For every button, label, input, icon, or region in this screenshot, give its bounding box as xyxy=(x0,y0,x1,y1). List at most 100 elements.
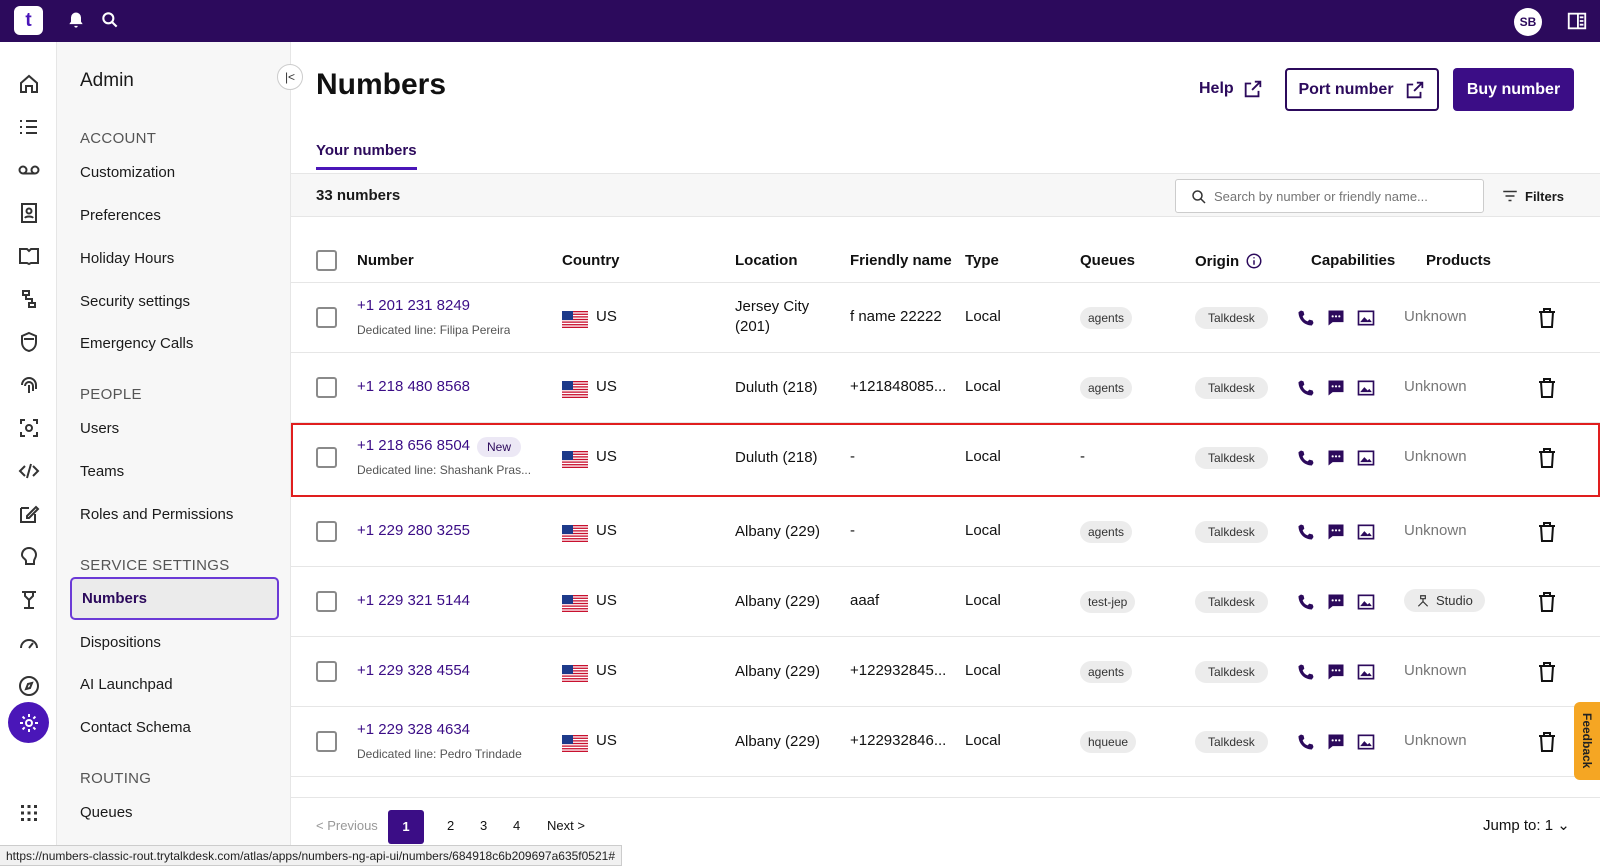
nav-item-ai-launchpad[interactable]: AI Launchpad xyxy=(80,676,173,693)
phone-number-link[interactable]: +1 229 328 4634 xyxy=(357,721,470,738)
row-checkbox[interactable] xyxy=(316,661,337,682)
header-country[interactable]: Country xyxy=(562,252,620,269)
jump-to[interactable]: Jump to: 1 ⌄ xyxy=(1483,816,1570,834)
edit-icon[interactable] xyxy=(15,500,42,527)
nav-item-security-settings[interactable]: Security settings xyxy=(80,293,190,310)
nav-item-users[interactable]: Users xyxy=(80,420,119,437)
previous-button[interactable]: < Previous xyxy=(316,818,378,833)
page-2-button[interactable]: 2 xyxy=(447,818,454,833)
search-input[interactable] xyxy=(1214,186,1476,206)
routing-icon[interactable] xyxy=(15,586,42,613)
search-box[interactable] xyxy=(1175,179,1484,213)
trash-icon[interactable] xyxy=(1537,377,1557,399)
phone-number-link[interactable]: +1 229 321 5144 xyxy=(357,592,470,609)
phone-number-link[interactable]: +1 218 480 8568 xyxy=(357,378,470,395)
trash-icon[interactable] xyxy=(1537,307,1557,329)
compass-icon[interactable] xyxy=(15,672,42,699)
trash-icon[interactable] xyxy=(1537,521,1557,543)
contacts-icon[interactable] xyxy=(15,199,42,226)
table-row[interactable]: +1 229 321 5144 US Albany (229) aaaf Local te… xyxy=(291,567,1600,637)
nav-item-dispositions[interactable]: Dispositions xyxy=(80,634,161,651)
phone-number-link[interactable]: +1 229 280 3255 xyxy=(357,522,470,539)
row-checkbox[interactable] xyxy=(316,447,337,468)
next-button[interactable]: Next > xyxy=(547,818,585,833)
apps-grid-icon[interactable] xyxy=(15,799,42,826)
table-row[interactable]: +1 218 656 8504 Dedicated line: Shashank … xyxy=(291,423,1600,497)
country-cell: US xyxy=(596,662,617,679)
type-cell: Local xyxy=(965,662,1001,679)
nav-item-customization[interactable]: Customization xyxy=(80,164,175,181)
talkdesk-logo[interactable]: t xyxy=(14,6,43,35)
page-3-button[interactable]: 3 xyxy=(480,818,487,833)
gauge-icon[interactable] xyxy=(15,629,42,656)
header-number[interactable]: Number xyxy=(357,252,414,269)
phone-number-link[interactable]: +1 201 231 8249 xyxy=(357,297,470,314)
table-row[interactable]: +1 229 328 4634 Dedicated line: Pedro Tri… xyxy=(291,707,1600,777)
studio-icon xyxy=(1417,594,1429,607)
country-cell: US xyxy=(596,732,617,749)
list-icon[interactable] xyxy=(15,113,42,140)
page-4-button[interactable]: 4 xyxy=(513,818,520,833)
nav-item-queues[interactable]: Queues xyxy=(80,804,133,821)
row-checkbox[interactable] xyxy=(316,591,337,612)
feedback-tab[interactable]: Feedback xyxy=(1574,702,1600,780)
header-queues[interactable]: Queues xyxy=(1080,252,1135,269)
phone-number-link[interactable]: +1 218 656 8504 xyxy=(357,437,470,454)
shield-icon[interactable] xyxy=(15,328,42,355)
trash-icon[interactable] xyxy=(1537,661,1557,683)
header-friendly-name[interactable]: Friendly name xyxy=(850,252,952,269)
trash-icon[interactable] xyxy=(1537,447,1557,469)
knowledge-icon[interactable] xyxy=(15,242,42,269)
table-row[interactable]: +1 218 480 8568 US Duluth (218) +121848085.… xyxy=(291,353,1600,423)
row-checkbox[interactable] xyxy=(316,521,337,542)
trash-icon[interactable] xyxy=(1537,731,1557,753)
nav-item-contact-schema[interactable]: Contact Schema xyxy=(80,719,191,736)
origin-pill: Talkdesk xyxy=(1195,521,1268,543)
nav-item-preferences[interactable]: Preferences xyxy=(80,207,161,224)
phone-number-link[interactable]: +1 229 328 4554 xyxy=(357,662,470,679)
panel-toggle-icon[interactable] xyxy=(1566,10,1588,32)
nav-item-emergency-calls[interactable]: Emergency Calls xyxy=(80,335,193,352)
trash-icon[interactable] xyxy=(1537,591,1557,613)
country-cell: US xyxy=(596,522,617,539)
nav-item-roles-permissions[interactable]: Roles and Permissions xyxy=(80,506,233,523)
table-row[interactable]: +1 229 280 3255 US Albany (229) - Local agent… xyxy=(291,497,1600,567)
external-link-icon xyxy=(1406,81,1423,98)
nav-item-holiday-hours[interactable]: Holiday Hours xyxy=(80,250,174,267)
nav-item-numbers[interactable]: Numbers xyxy=(70,577,279,620)
gear-icon[interactable] xyxy=(8,702,49,743)
voicemail-icon[interactable] xyxy=(15,156,42,183)
page-1-button[interactable]: 1 xyxy=(388,810,424,844)
table-row[interactable]: +1 229 328 4554 US Albany (229) +122932845.… xyxy=(291,637,1600,707)
ai-icon[interactable] xyxy=(15,543,42,570)
code-icon[interactable] xyxy=(15,457,42,484)
us-flag-icon xyxy=(562,665,588,682)
select-all-checkbox[interactable] xyxy=(316,250,337,271)
row-checkbox[interactable] xyxy=(316,307,337,328)
row-checkbox[interactable] xyxy=(316,731,337,752)
bell-icon[interactable] xyxy=(66,10,88,32)
home-icon[interactable] xyxy=(15,70,42,97)
row-checkbox[interactable] xyxy=(316,377,337,398)
flow-icon[interactable] xyxy=(15,285,42,312)
filters-button[interactable]: Filters xyxy=(1501,187,1564,205)
header-location[interactable]: Location xyxy=(735,252,798,269)
header-origin[interactable]: Origin xyxy=(1195,252,1263,270)
fingerprint-icon[interactable] xyxy=(15,371,42,398)
search-icon[interactable] xyxy=(100,10,122,32)
tab-your-numbers[interactable]: Your numbers xyxy=(316,142,417,170)
friendly-name-cell: +121848085... xyxy=(850,378,947,395)
port-number-button[interactable]: Port number xyxy=(1285,68,1439,111)
info-icon[interactable] xyxy=(1245,252,1263,270)
scan-icon[interactable] xyxy=(15,414,42,441)
nav-item-teams[interactable]: Teams xyxy=(80,463,124,480)
avatar[interactable]: SB xyxy=(1514,8,1542,36)
collapse-sidebar-button[interactable]: |< xyxy=(277,64,303,90)
table-row[interactable]: +1 201 231 8249 Dedicated line: Filipa Pe… xyxy=(291,283,1600,353)
mms-image-icon xyxy=(1357,380,1375,396)
buy-number-button[interactable]: Buy number xyxy=(1453,68,1574,111)
country-cell: US xyxy=(596,378,617,395)
help-link[interactable]: Help xyxy=(1199,78,1264,100)
type-cell: Local xyxy=(965,592,1001,609)
header-type[interactable]: Type xyxy=(965,252,999,269)
